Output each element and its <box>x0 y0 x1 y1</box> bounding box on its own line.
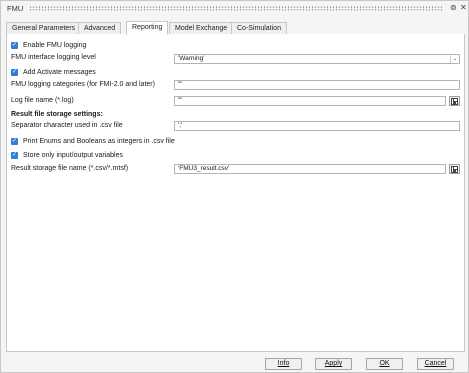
help-icon[interactable]: ⊚ <box>450 3 457 13</box>
print-enums-checkbox[interactable]: ✓ Print Enums and Booleans as integers i… <box>11 136 175 147</box>
chevron-down-icon[interactable]: ⌄ <box>450 55 459 63</box>
store-io-checkbox[interactable]: ✓ Store only input/output variables <box>11 150 123 161</box>
activate-messages-checkbox[interactable]: ✓ Add Activate messages <box>11 67 96 78</box>
result-section-heading: Result file storage settings: <box>11 111 103 118</box>
reporting-panel: ✓ Enable FMU logging FMU interface loggi… <box>6 34 465 352</box>
result-file-field[interactable]: 'FMU3_result.csv' <box>174 164 446 174</box>
title-bar[interactable]: FMU ⊚ ✕ <box>1 1 468 16</box>
log-file-value: "" <box>178 97 183 104</box>
separator-field[interactable]: ';' <box>174 121 460 131</box>
logging-categories-label: FMU logging categories (for FMI-2.0 and … <box>11 81 155 88</box>
checkbox-checked-icon: ✓ <box>11 42 18 49</box>
checkbox-checked-icon: ✓ <box>11 138 18 145</box>
result-file-value: 'FMU3_result.csv' <box>178 165 230 172</box>
window-title: FMU <box>7 4 24 13</box>
logging-level-value: 'Warning' <box>178 55 205 62</box>
drag-grip[interactable] <box>29 6 442 11</box>
enable-logging-label: Enable FMU logging <box>23 42 87 49</box>
print-enums-label: Print Enums and Booleans as integers in … <box>23 138 175 145</box>
save-icon <box>451 97 458 105</box>
enable-logging-checkbox[interactable]: ✓ Enable FMU logging <box>11 40 86 51</box>
save-icon <box>451 165 458 173</box>
log-file-field[interactable]: "" <box>174 96 446 106</box>
log-file-label: Log file name (*.log) <box>11 97 74 104</box>
logging-level-label: FMU interface logging level <box>11 54 96 61</box>
fmu-dialog: FMU ⊚ ✕ General Parameters Advanced Repo… <box>0 0 469 373</box>
ok-button[interactable]: OK <box>366 358 403 370</box>
separator-label: Separator character used in .csv file <box>11 122 123 129</box>
logging-categories-field[interactable]: "" <box>174 80 460 90</box>
separator-value: ';' <box>178 122 183 129</box>
info-button[interactable]: Info <box>265 358 302 370</box>
result-file-save-button[interactable] <box>449 164 460 174</box>
store-io-label: Store only input/output variables <box>23 152 124 159</box>
close-icon[interactable]: ✕ <box>460 3 467 13</box>
result-file-label: Result storage file name (*.csv/*.mtsf) <box>11 165 129 172</box>
log-file-save-button[interactable] <box>449 96 460 106</box>
activate-messages-label: Add Activate messages <box>23 69 96 76</box>
logging-categories-value: "" <box>178 81 183 88</box>
apply-button[interactable]: Apply <box>315 358 352 370</box>
logging-level-select[interactable]: 'Warning' ⌄ <box>174 54 460 64</box>
tab-reporting[interactable]: Reporting <box>126 21 169 35</box>
cancel-button[interactable]: Cancel <box>417 358 454 370</box>
checkbox-checked-icon: ✓ <box>11 152 18 159</box>
checkbox-checked-icon: ✓ <box>11 69 18 76</box>
tab-bar: General Parameters Advanced Reporting Mo… <box>6 21 465 35</box>
